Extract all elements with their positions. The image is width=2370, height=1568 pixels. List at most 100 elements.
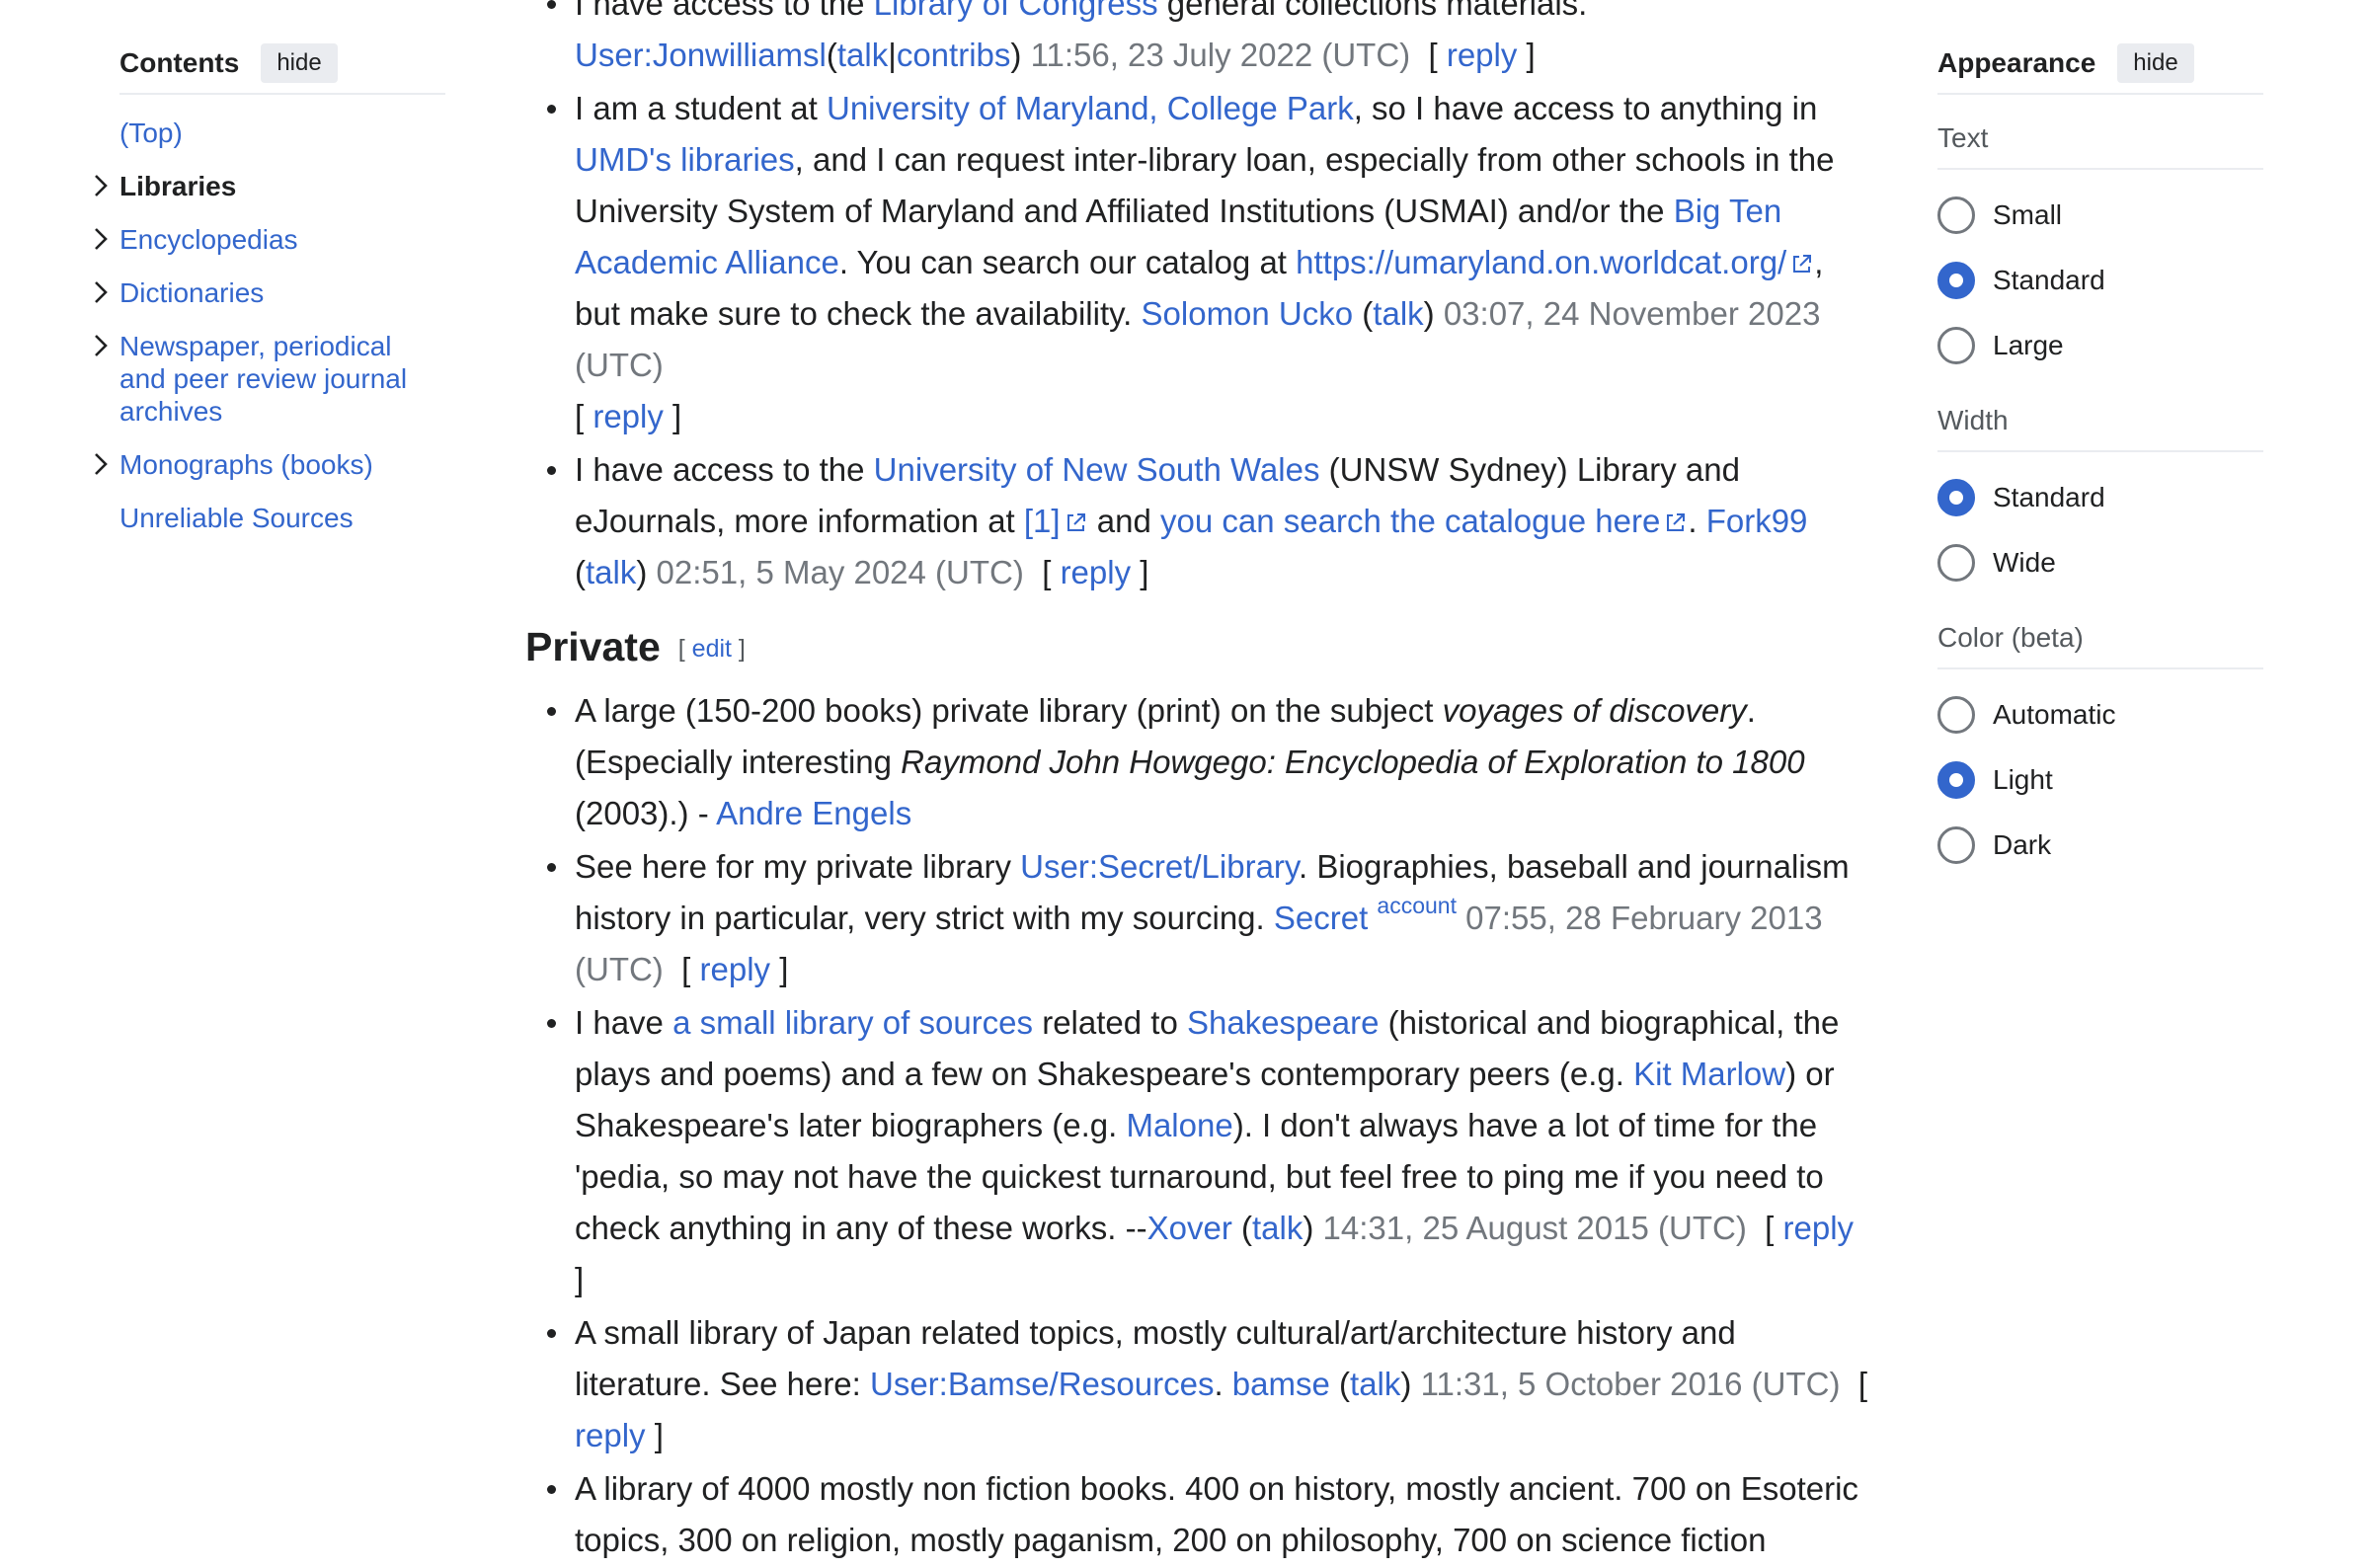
radio-standard-selected[interactable] xyxy=(1937,262,1975,299)
separator: | xyxy=(888,37,897,73)
external-link-icon xyxy=(1793,255,1812,273)
comment-item: A large (150-200 books) private library … xyxy=(547,685,1868,839)
reply-link[interactable]: reply xyxy=(575,1417,646,1453)
kit-marlow-link[interactable]: Kit Marlow xyxy=(1633,1056,1785,1092)
library-of-congress-link[interactable]: Library of Congress xyxy=(874,0,1158,22)
shakespeare-link[interactable]: Shakespeare xyxy=(1187,1004,1379,1041)
color-light-option[interactable]: Light xyxy=(1937,748,2263,812)
toc-link-unreliable[interactable]: Unreliable Sources xyxy=(119,503,354,533)
toc-link-dictionaries[interactable]: Dictionaries xyxy=(119,277,264,308)
umd-link[interactable]: University of Maryland, College Park xyxy=(827,90,1354,126)
reply-link[interactable]: reply xyxy=(700,951,771,987)
talk-link[interactable]: talk xyxy=(586,554,636,590)
contents-list: (Top) Libraries Encyclopedias Dictionari… xyxy=(95,117,445,534)
reply-link[interactable]: reply xyxy=(592,398,664,434)
toc-link-newspaper[interactable]: Newspaper, periodical and peer review jo… xyxy=(119,331,407,427)
radio-light-selected[interactable] xyxy=(1937,761,1975,799)
color-group: Color (beta) Automatic Light Dark xyxy=(1937,622,2263,877)
timestamp: 11:56, 23 July 2022 (UTC) xyxy=(1030,37,1411,73)
catalogue-link[interactable]: you can search the catalogue here xyxy=(1160,503,1660,539)
color-automatic-option[interactable]: Automatic xyxy=(1937,683,2263,746)
text-size-small-option[interactable]: Small xyxy=(1937,184,2263,247)
width-standard-option[interactable]: Standard xyxy=(1937,466,2263,529)
external-link-icon xyxy=(1066,513,1085,531)
secret-library-link[interactable]: User:Secret/Library xyxy=(1020,848,1299,885)
section-edit-link[interactable]: edit xyxy=(692,635,732,663)
text-size-standard-option[interactable]: Standard xyxy=(1937,249,2263,312)
contents-header: Contents hide xyxy=(119,43,445,95)
radio-dark[interactable] xyxy=(1937,826,1975,864)
chevron-right-icon[interactable] xyxy=(90,172,112,199)
appearance-hide-button[interactable]: hide xyxy=(2117,43,2194,83)
user-link[interactable]: Solomon Ucko xyxy=(1142,295,1354,332)
talk-link[interactable]: talk xyxy=(837,37,888,73)
user-link[interactable]: Fork99 xyxy=(1706,503,1808,539)
user-link[interactable]: Andre Engels xyxy=(716,795,911,831)
chevron-right-icon[interactable] xyxy=(90,225,112,253)
radio-large[interactable] xyxy=(1937,327,1975,364)
contents-title: Contents xyxy=(119,47,240,78)
reply-link[interactable]: reply xyxy=(1783,1210,1855,1246)
toc-link-libraries[interactable]: Libraries xyxy=(119,171,236,201)
toc-item-unreliable[interactable]: Unreliable Sources xyxy=(119,502,445,534)
reply-link[interactable]: reply xyxy=(1061,554,1132,590)
comment-item: I am a student at University of Maryland… xyxy=(547,83,1868,442)
width-group: Width Standard Wide xyxy=(1937,405,2263,594)
malone-link[interactable]: Malone xyxy=(1126,1107,1232,1143)
account-link[interactable]: account xyxy=(1377,893,1457,918)
toc-item-encyclopedias[interactable]: Encyclopedias xyxy=(95,223,445,256)
toc-item-monographs[interactable]: Monographs (books) xyxy=(95,448,445,481)
radio-wide[interactable] xyxy=(1937,544,1975,582)
toc-item-top[interactable]: (Top) xyxy=(119,117,445,149)
sources-link[interactable]: a small library of sources xyxy=(672,1004,1033,1041)
chevron-right-icon[interactable] xyxy=(90,332,112,359)
reply-wrapper: [ reply ] xyxy=(575,398,682,434)
comment-text: , so I have access to anything in xyxy=(1353,90,1818,126)
reply-link[interactable]: reply xyxy=(1447,37,1518,73)
user-link[interactable]: User:Jonwilliamsl xyxy=(575,37,827,73)
comment-text: A library of 4000 mostly non fiction boo… xyxy=(575,1470,1858,1558)
toc-link-monographs[interactable]: Monographs (books) xyxy=(119,449,373,480)
section-edit-wrapper: [ edit ] xyxy=(677,635,746,663)
option-label: Large xyxy=(1993,330,2064,360)
comment-text: and xyxy=(1087,503,1160,539)
user-link[interactable]: Secret xyxy=(1274,900,1368,936)
toc-item-libraries[interactable]: Libraries xyxy=(95,170,445,202)
toc-link-top[interactable]: (Top) xyxy=(119,118,183,148)
comment-text: I am a student at xyxy=(575,90,827,126)
option-label: Standard xyxy=(1993,482,2105,512)
contents-hide-button[interactable]: hide xyxy=(261,43,338,83)
color-dark-option[interactable]: Dark xyxy=(1937,814,2263,877)
bamse-resources-link[interactable]: User:Bamse/Resources xyxy=(870,1366,1214,1402)
radio-automatic[interactable] xyxy=(1937,696,1975,734)
contribs-link[interactable]: contribs xyxy=(897,37,1011,73)
text-size-group: Text Small Standard Large xyxy=(1937,122,2263,377)
timestamp: 14:31, 25 August 2015 (UTC) xyxy=(1322,1210,1747,1246)
comment-text: (2003).) - xyxy=(575,795,717,831)
chevron-right-icon[interactable] xyxy=(90,450,112,478)
width-wide-option[interactable]: Wide xyxy=(1937,531,2263,594)
umd-libraries-link[interactable]: UMD's libraries xyxy=(575,141,795,178)
radio-small[interactable] xyxy=(1937,196,1975,234)
chevron-right-icon[interactable] xyxy=(90,278,112,306)
user-link[interactable]: Xover xyxy=(1147,1210,1232,1246)
comment-item: I have a small library of sources relate… xyxy=(547,997,1868,1305)
talk-link[interactable]: talk xyxy=(1252,1210,1303,1246)
toc-item-newspaper[interactable]: Newspaper, periodical and peer review jo… xyxy=(95,330,416,428)
radio-standard-selected[interactable] xyxy=(1937,479,1975,516)
footnote-link[interactable]: [1] xyxy=(1024,503,1061,539)
unsw-link[interactable]: University of New South Wales xyxy=(874,451,1320,488)
worldcat-link[interactable]: https://umaryland.on.worldcat.org/ xyxy=(1296,244,1786,280)
text-size-large-option[interactable]: Large xyxy=(1937,314,2263,377)
user-link[interactable]: bamse xyxy=(1232,1366,1330,1402)
comment-text: I have access to the xyxy=(575,0,874,22)
reply-wrapper: [ reply ] xyxy=(1428,37,1536,73)
toc-link-encyclopedias[interactable]: Encyclopedias xyxy=(119,224,298,255)
talk-link[interactable]: talk xyxy=(1350,1366,1400,1402)
toc-item-dictionaries[interactable]: Dictionaries xyxy=(95,276,445,309)
timestamp: 11:31, 5 October 2016 (UTC) xyxy=(1420,1366,1841,1402)
private-comment-list: A large (150-200 books) private library … xyxy=(525,685,1868,1566)
comment-text: general collections materials. xyxy=(1157,0,1588,22)
comment-item: I have access to the University of New S… xyxy=(547,444,1868,598)
talk-link[interactable]: talk xyxy=(1373,295,1423,332)
